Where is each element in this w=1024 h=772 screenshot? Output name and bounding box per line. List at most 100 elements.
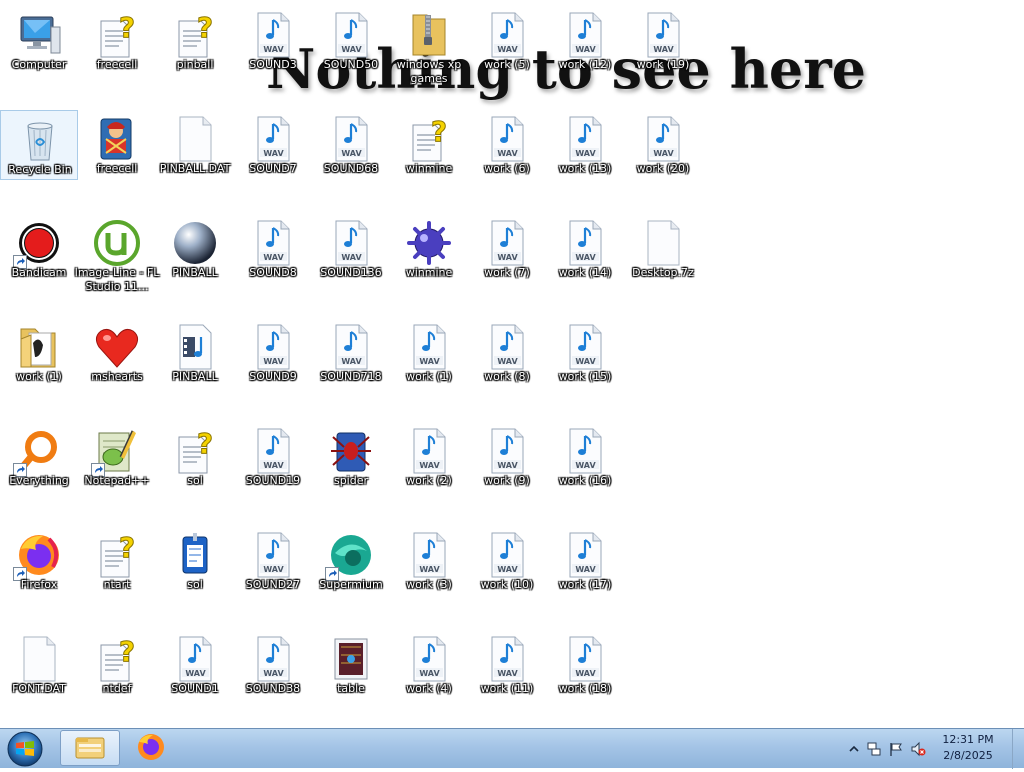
svg-text:WAV: WAV — [341, 253, 362, 262]
network-icon[interactable] — [866, 741, 882, 757]
desktop-icon-fl-studio[interactable]: Image-Line - FL Studio 11... — [75, 214, 159, 314]
desktop-icon-label: Bandicam — [11, 266, 67, 279]
desktop-icon-sound38[interactable]: WAV SOUND38 — [234, 630, 312, 728]
svg-text:WAV: WAV — [419, 461, 440, 470]
desktop-icon-sound136[interactable]: WAV SOUND136 — [312, 214, 390, 314]
desktop-icon-work-9[interactable]: WAV work (9) — [468, 422, 546, 522]
desktop-icon-supermium[interactable]: Supermium — [312, 526, 390, 626]
desktop-icon-everything[interactable]: Everything — [0, 422, 78, 522]
desktop-icon-winmine-help[interactable]: ? winmine — [390, 110, 468, 210]
taskbar: 12:31 PM 2/8/2025 — [0, 728, 1024, 769]
desktop-icon-label: work (12) — [558, 58, 612, 71]
desktop-icon-mshearts[interactable]: mshearts — [78, 318, 156, 418]
desktop-icon-sound7[interactable]: WAV SOUND7 — [234, 110, 312, 210]
clock[interactable]: 12:31 PM 2/8/2025 — [936, 732, 1000, 764]
notepadpp-icon — [91, 427, 141, 477]
desktop-icon-computer[interactable]: Computer — [0, 6, 78, 106]
desktop-icon-notepadpp[interactable]: Notepad++ — [78, 422, 156, 522]
show-desktop-button[interactable] — [1012, 729, 1024, 769]
wav-file-icon: WAV — [561, 323, 609, 371]
desktop-icon-sound9[interactable]: WAV SOUND9 — [234, 318, 312, 418]
desktop-icon-table[interactable]: table — [312, 630, 390, 728]
desktop-icon-sound1[interactable]: WAV SOUND1 — [156, 630, 234, 728]
desktop-icon-winxp-games[interactable]: windows xp games — [390, 6, 468, 106]
volume-muted-icon[interactable] — [910, 741, 926, 757]
taskbar-firefox-button[interactable] — [122, 730, 182, 766]
desktop-icon-work-17[interactable]: WAV work (17) — [546, 526, 624, 626]
spider-icon — [327, 427, 375, 475]
wav-file-icon: WAV — [405, 635, 453, 683]
wav-file-icon: WAV — [249, 219, 297, 267]
desktop-icon-label: PINBALL — [172, 370, 218, 383]
desktop-icon-work-18[interactable]: WAV work (18) — [546, 630, 624, 728]
desktop-icon-work-10[interactable]: WAV work (10) — [468, 526, 546, 626]
wav-file-icon: WAV — [561, 531, 609, 579]
wav-file-icon: WAV — [483, 323, 531, 371]
desktop-icon-work-6[interactable]: WAV work (6) — [468, 110, 546, 210]
desktop-icon-work-1[interactable]: WAV work (1) — [390, 318, 468, 418]
action-center-flag-icon[interactable] — [888, 741, 904, 757]
desktop-icon-spider[interactable]: spider — [312, 422, 390, 522]
desktop-icon-work-15[interactable]: WAV work (15) — [546, 318, 624, 418]
desktop-icon-work-1-folder[interactable]: work (1) — [0, 318, 78, 418]
desktop-icon-label: SOUND9 — [249, 370, 297, 383]
desktop-icon-sound27[interactable]: WAV SOUND27 — [234, 526, 312, 626]
taskbar-explorer-button[interactable] — [60, 730, 120, 766]
desktop-icon-pinball-dat[interactable]: PINBALL.DAT — [156, 110, 234, 210]
wav-file-icon: WAV — [405, 531, 453, 579]
svg-text:WAV: WAV — [575, 461, 596, 470]
desktop-icon-sound718[interactable]: WAV SOUND718 — [312, 318, 390, 418]
desktop-icon-ntdef[interactable]: ? ntdef — [78, 630, 156, 728]
desktop-icon-sound8[interactable]: WAV SOUND8 — [234, 214, 312, 314]
desktop-icon-sound50[interactable]: WAV SOUND50 — [312, 6, 390, 106]
desktop-icon-label: ntdef — [102, 682, 132, 695]
desktop-icon-bandicam[interactable]: Bandicam — [0, 214, 78, 314]
desktop-icon-work-7[interactable]: WAV work (7) — [468, 214, 546, 314]
svg-text:WAV: WAV — [575, 253, 596, 262]
desktop-icon-pinball-help[interactable]: ? pinball — [156, 6, 234, 106]
desktop-icon-pinball-exe[interactable]: PINBALL — [156, 214, 234, 314]
desktop-icon-label: SOUND136 — [320, 266, 382, 279]
desktop-icon-work-14[interactable]: WAV work (14) — [546, 214, 624, 314]
desktop-icon-winmine[interactable]: winmine — [390, 214, 468, 314]
desktop-icon-label: work (14) — [558, 266, 612, 279]
desktop-icon-recycle-bin[interactable]: Recycle Bin — [0, 110, 78, 180]
wav-file-icon: WAV — [561, 115, 609, 163]
desktop-icon-sound68[interactable]: WAV SOUND68 — [312, 110, 390, 210]
desktop-icon-desktop-7z[interactable]: Desktop.7z — [624, 214, 702, 314]
desktop-icon-pinball-mid[interactable]: PINBALL — [156, 318, 234, 418]
svg-text:WAV: WAV — [497, 45, 518, 54]
desktop-icon-work-19[interactable]: WAV work (19) — [624, 6, 702, 106]
desktop-icon-label: work (13) — [558, 162, 612, 175]
desktop-icon-work-4[interactable]: WAV work (4) — [390, 630, 468, 728]
desktop-icon-work-16[interactable]: WAV work (16) — [546, 422, 624, 522]
desktop-icon-sol-help[interactable]: ? sol — [156, 422, 234, 522]
desktop-icon-freecell-help[interactable]: ? freecell — [78, 6, 156, 106]
svg-text:?: ? — [119, 635, 135, 668]
desktop-icon-work-20[interactable]: WAV work (20) — [624, 110, 702, 210]
desktop-icon-sol-exe[interactable]: sol — [156, 526, 234, 626]
wav-file-icon: WAV — [639, 11, 687, 59]
desktop-icon-work-11[interactable]: WAV work (11) — [468, 630, 546, 728]
desktop[interactable]: Nothing to see here Computer Recycle Bin B… — [0, 0, 1024, 728]
desktop-icon-work-3[interactable]: WAV work (3) — [390, 526, 468, 626]
desktop-icon-label: mshearts — [91, 370, 143, 383]
desktop-icon-font-dat[interactable]: FONT.DAT — [0, 630, 78, 728]
desktop-icon-label: Image-Line - FL Studio 11... — [74, 266, 160, 293]
desktop-icon-firefox[interactable]: Firefox — [0, 526, 78, 626]
desktop-icon-ntart[interactable]: ? ntart — [78, 526, 156, 626]
desktop-icon-work-8[interactable]: WAV work (8) — [468, 318, 546, 418]
desktop-icon-freecell[interactable]: freecell — [78, 110, 156, 210]
everything-icon — [13, 427, 63, 477]
desktop-icon-work-12[interactable]: WAV work (12) — [546, 6, 624, 106]
svg-text:WAV: WAV — [575, 357, 596, 366]
desktop-icon-sound19[interactable]: WAV SOUND19 — [234, 422, 312, 522]
svg-text:WAV: WAV — [575, 565, 596, 574]
desktop-icon-work-13[interactable]: WAV work (13) — [546, 110, 624, 210]
firefox-icon — [138, 734, 164, 760]
desktop-icon-work-5[interactable]: WAV work (5) — [468, 6, 546, 106]
desktop-icon-work-2[interactable]: WAV work (2) — [390, 422, 468, 522]
desktop-icon-sound3[interactable]: WAV SOUND3 — [234, 6, 312, 106]
start-button[interactable] — [4, 730, 46, 768]
show-hidden-icons-icon[interactable] — [846, 741, 862, 757]
